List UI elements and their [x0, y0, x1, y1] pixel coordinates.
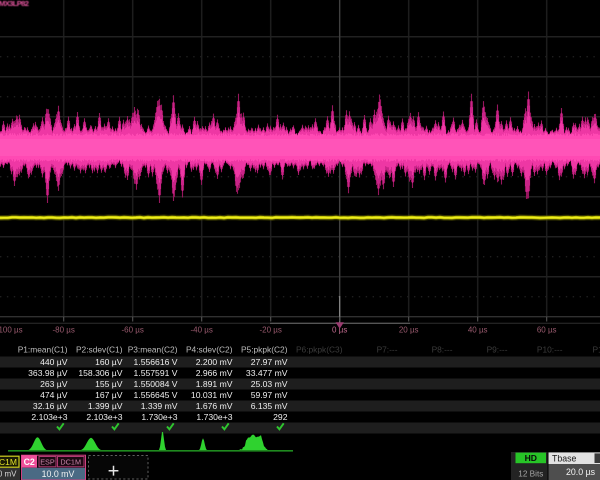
- svg-text:1.730e+3: 1.730e+3: [196, 412, 232, 422]
- svg-text:2.103e+3: 2.103e+3: [31, 412, 67, 422]
- svg-text:20.0 µs: 20.0 µs: [566, 467, 596, 477]
- svg-text:12 Bits: 12 Bits: [518, 470, 543, 479]
- svg-text:10.0 mV: 10.0 mV: [42, 469, 75, 479]
- svg-text:DC1M: DC1M: [60, 458, 81, 467]
- svg-text:155 µV: 155 µV: [95, 379, 123, 389]
- svg-text:1.556645 V: 1.556645 V: [134, 390, 178, 400]
- svg-text:292: 292: [273, 412, 288, 422]
- svg-text:2.103e+3: 2.103e+3: [86, 412, 122, 422]
- svg-text:1.891 mV: 1.891 mV: [196, 379, 233, 389]
- svg-text:263 µV: 263 µV: [40, 379, 68, 389]
- svg-text:1.399 µV: 1.399 µV: [88, 401, 123, 411]
- svg-text:33.477 mV: 33.477 mV: [246, 368, 288, 378]
- svg-text:P9:---: P9:---: [487, 345, 508, 355]
- svg-text:1.730e+3: 1.730e+3: [141, 412, 177, 422]
- svg-text:DC1M: DC1M: [0, 457, 17, 467]
- svg-text:1.676 mV: 1.676 mV: [196, 401, 233, 411]
- svg-text:60 µs: 60 µs: [537, 326, 557, 335]
- svg-text:1.557591 V: 1.557591 V: [134, 368, 178, 378]
- svg-text:Tbase: Tbase: [552, 453, 577, 463]
- svg-text:-40 µs: -40 µs: [190, 326, 212, 335]
- svg-text:P1:mean(C1): P1:mean(C1): [18, 345, 68, 355]
- svg-text:P7:---: P7:---: [377, 345, 398, 355]
- svg-text:158.306 µV: 158.306 µV: [78, 368, 122, 378]
- svg-text:160 µV: 160 µV: [95, 357, 123, 367]
- svg-text:P2:sdev(C1): P2:sdev(C1): [76, 345, 123, 355]
- svg-text:25.03 mV: 25.03 mV: [251, 379, 288, 389]
- svg-text:P8:---: P8:---: [432, 345, 453, 355]
- svg-text:27.97 mV: 27.97 mV: [251, 357, 288, 367]
- svg-text:167 µV: 167 µV: [95, 390, 123, 400]
- svg-text:6.135 mV: 6.135 mV: [251, 401, 288, 411]
- svg-text:HD: HD: [525, 453, 537, 463]
- svg-text:40 µs: 40 µs: [468, 326, 488, 335]
- svg-text:0 mV: 0 mV: [0, 470, 17, 479]
- svg-text:C2: C2: [24, 457, 35, 467]
- svg-text:440 µV: 440 µV: [40, 357, 68, 367]
- svg-text:363.98 µV: 363.98 µV: [28, 368, 68, 378]
- svg-text:2.200 mV: 2.200 mV: [196, 357, 233, 367]
- svg-text:P3:mean(C2): P3:mean(C2): [128, 345, 178, 355]
- svg-text:P4:sdev(C2): P4:sdev(C2): [186, 345, 233, 355]
- svg-text:10.031 mV: 10.031 mV: [191, 390, 233, 400]
- svg-text:1.556616 V: 1.556616 V: [134, 357, 178, 367]
- svg-text:2.966 mV: 2.966 mV: [196, 368, 233, 378]
- svg-text:0 µs: 0 µs: [332, 326, 347, 335]
- svg-text:1.550084 V: 1.550084 V: [134, 379, 178, 389]
- svg-text:20 µs: 20 µs: [399, 326, 419, 335]
- svg-text:474 µV: 474 µV: [40, 390, 68, 400]
- svg-text:1.339 mV: 1.339 mV: [141, 401, 178, 411]
- svg-text:P5:pkpk(C2): P5:pkpk(C2): [241, 345, 288, 355]
- svg-text:59.97 mV: 59.97 mV: [251, 390, 288, 400]
- svg-text:-20 µs: -20 µs: [259, 326, 281, 335]
- svg-text:P10:---: P10:---: [537, 345, 563, 355]
- svg-text:32.16 µV: 32.16 µV: [33, 401, 68, 411]
- svg-text:-60 µs: -60 µs: [121, 326, 143, 335]
- svg-text:MX3LP82: MX3LP82: [0, 0, 29, 8]
- svg-text:P6:pkpk(C3): P6:pkpk(C3): [296, 345, 343, 355]
- svg-text:ESP: ESP: [40, 458, 55, 467]
- svg-text:P11:---: P11:---: [593, 345, 600, 355]
- svg-text:-80 µs: -80 µs: [52, 326, 74, 335]
- svg-text:-100 µs: -100 µs: [0, 326, 23, 335]
